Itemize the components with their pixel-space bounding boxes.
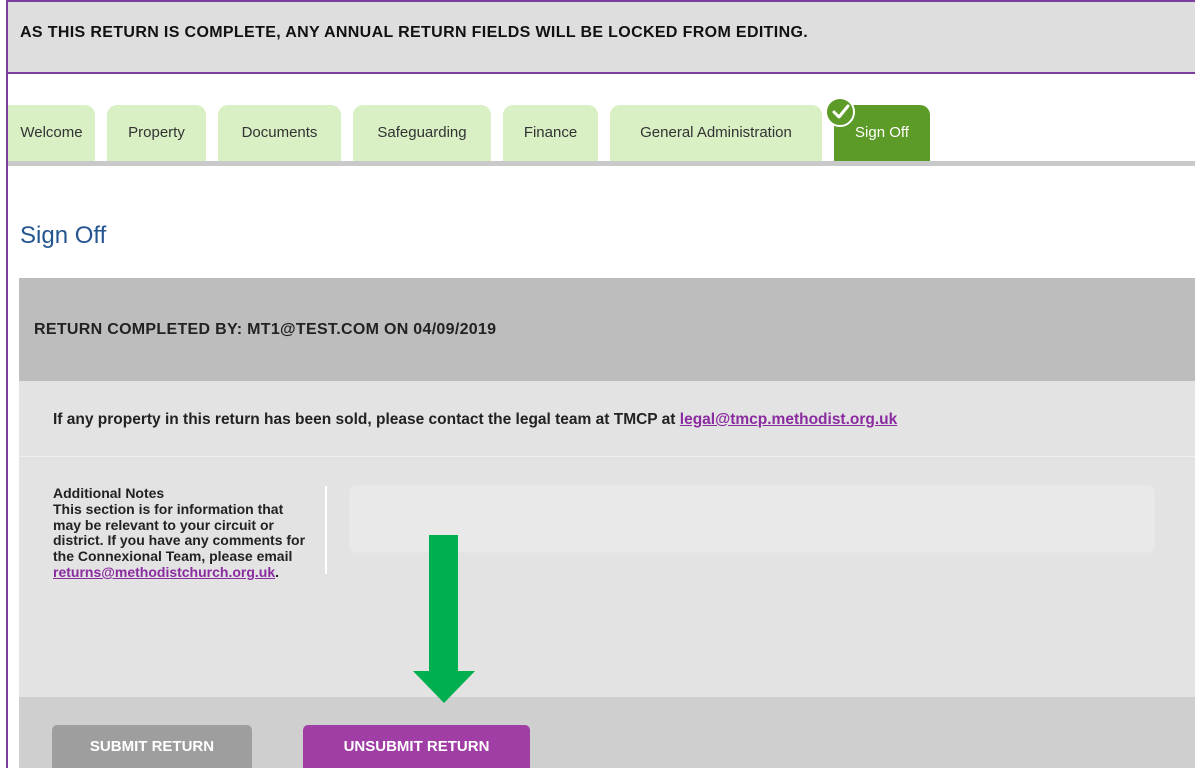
- tab-documents[interactable]: Documents: [218, 105, 341, 161]
- tab-label: Sign Off: [855, 124, 909, 141]
- unsubmit-return-button[interactable]: UNSUBMIT RETURN: [303, 725, 530, 768]
- notes-divider: [325, 486, 327, 574]
- tab-label: Property: [128, 124, 185, 141]
- tab-label: Documents: [241, 124, 318, 141]
- tab-safeguarding[interactable]: Safeguarding: [353, 105, 491, 161]
- page-title: Sign Off: [20, 222, 107, 249]
- lock-notice-banner: AS THIS RETURN IS COMPLETE, ANY ANNUAL R…: [6, 0, 1195, 72]
- submit-return-button[interactable]: SUBMIT RETURN: [52, 725, 252, 768]
- additional-notes-help: This section is for information that may…: [53, 500, 308, 581]
- tab-label: Welcome: [20, 124, 83, 141]
- tab-label: Safeguarding: [377, 124, 467, 141]
- additional-notes-description: This section is for information that may…: [53, 500, 306, 565]
- tab-strip-divider: [8, 161, 1195, 166]
- tab-welcome[interactable]: Welcome: [8, 105, 95, 161]
- completion-header: RETURN COMPLETED BY: MT1@TEST.COM ON 04/…: [19, 278, 1195, 381]
- tab-label: Finance: [523, 124, 578, 141]
- check-icon: [825, 97, 855, 127]
- tab-finance[interactable]: Finance: [503, 105, 598, 161]
- sold-property-info: If any property in this return has been …: [19, 381, 1195, 457]
- sold-property-message: If any property in this return has been …: [53, 411, 897, 429]
- frame-left-border: [6, 74, 8, 768]
- lock-notice-text: AS THIS RETURN IS COMPLETE, ANY ANNUAL R…: [20, 24, 809, 41]
- tab-property[interactable]: Property: [107, 105, 206, 161]
- returns-email-link[interactable]: returns@methodistchurch.org.uk: [53, 564, 275, 580]
- app-window: AS THIS RETURN IS COMPLETE, ANY ANNUAL R…: [0, 0, 1195, 768]
- arrow-down-icon: [413, 535, 475, 708]
- additional-notes-label: Additional Notes This section is for inf…: [53, 485, 308, 581]
- tab-label: General Administration: [640, 124, 792, 141]
- banner-divider: [6, 72, 1195, 74]
- legal-email-link[interactable]: legal@tmcp.methodist.org.uk: [680, 411, 898, 428]
- sold-property-text: If any property in this return has been …: [53, 411, 680, 428]
- additional-notes-suffix: .: [275, 563, 280, 580]
- additional-notes-title: Additional Notes: [53, 485, 165, 501]
- sign-off-panel: If any property in this return has been …: [19, 381, 1195, 697]
- completion-status-text: RETURN COMPLETED BY: MT1@TEST.COM ON 04/…: [34, 321, 497, 338]
- tab-general-administration[interactable]: General Administration: [610, 105, 822, 161]
